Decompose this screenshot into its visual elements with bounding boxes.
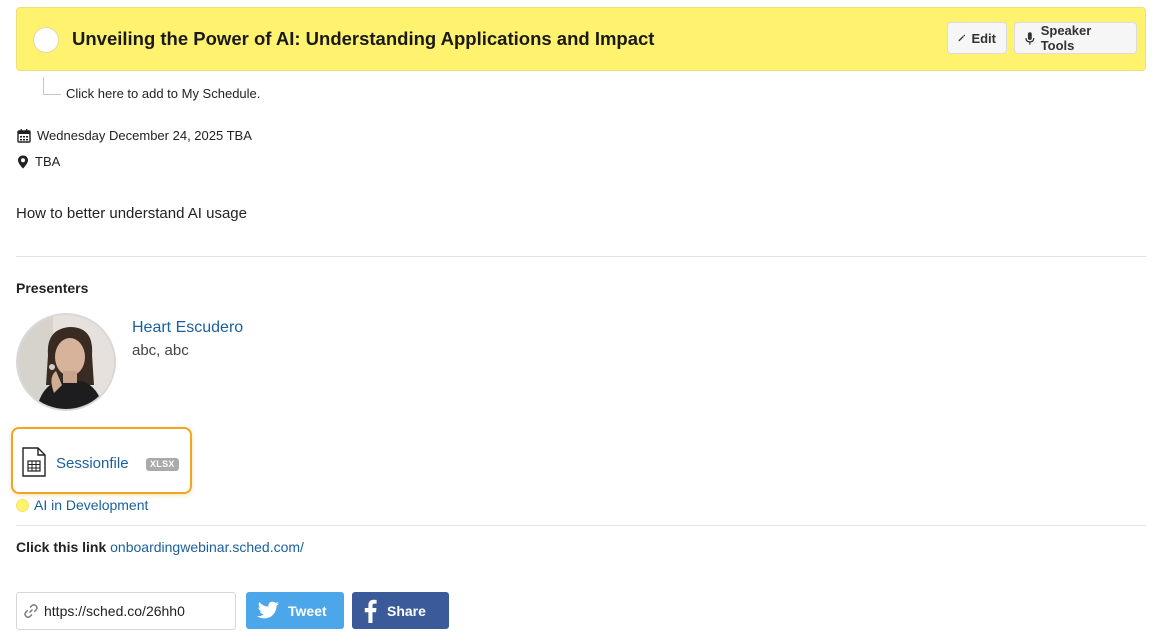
calendar-icon	[17, 128, 31, 143]
presenter-photo	[18, 315, 114, 409]
session-header: Unveiling the Power of AI: Understanding…	[16, 7, 1146, 71]
add-to-schedule-checkbox[interactable]	[33, 27, 59, 53]
schedule-connector-line	[43, 77, 61, 95]
presenters-heading: Presenters	[16, 280, 89, 296]
spreadsheet-file-icon	[22, 447, 46, 477]
speaker-tools-button[interactable]: Speaker Tools	[1014, 22, 1137, 54]
add-to-schedule-link[interactable]: Click here to add to My Schedule.	[66, 86, 260, 101]
short-url-field[interactable]: https://sched.co/26hh0	[16, 592, 236, 630]
presenter-role: abc, abc	[132, 342, 189, 359]
section-divider	[16, 256, 1146, 257]
tweet-button[interactable]: Tweet	[246, 592, 344, 629]
presenter-avatar[interactable]	[16, 313, 116, 411]
speaker-tools-label: Speaker Tools	[1040, 23, 1092, 53]
edit-label: Edit	[971, 30, 996, 46]
link-icon	[24, 604, 38, 618]
session-file-name[interactable]: Sessionfile	[56, 455, 129, 472]
map-pin-icon	[18, 155, 28, 168]
click-link-label: Click this link	[16, 539, 107, 555]
session-date-text: Wednesday December 24, 2025 TBA	[37, 128, 252, 143]
microphone-icon	[1025, 31, 1035, 45]
tweet-label: Tweet	[288, 602, 327, 619]
session-type-tag[interactable]: AI in Development	[16, 497, 148, 513]
onboarding-url-link[interactable]: onboardingwebinar.sched.com/	[110, 539, 304, 555]
session-location-text: TBA	[35, 154, 61, 169]
edit-button[interactable]: Edit	[947, 22, 1007, 54]
session-type-label: AI in Development	[34, 497, 149, 513]
session-title: Unveiling the Power of AI: Understanding…	[72, 28, 655, 49]
pencil-icon	[958, 34, 966, 42]
short-url-text: https://sched.co/26hh0	[44, 603, 185, 619]
share-label: Share	[387, 602, 426, 619]
click-link-row: Click this link onboardingwebinar.sched.…	[16, 539, 304, 555]
session-date: Wednesday December 24, 2025 TBA	[17, 128, 252, 143]
facebook-icon	[364, 599, 377, 623]
session-location: TBA	[17, 154, 60, 169]
file-type-badge: XLSX	[146, 458, 179, 471]
tag-color-dot	[16, 498, 29, 512]
facebook-share-button[interactable]: Share	[352, 592, 449, 629]
section-divider	[16, 525, 1146, 526]
twitter-bird-icon	[257, 601, 279, 618]
presenter-name-link[interactable]: Heart Escudero	[132, 319, 243, 337]
session-file-attachment[interactable]: Sessionfile XLSX	[11, 427, 192, 494]
session-description: How to better understand AI usage	[16, 205, 247, 222]
